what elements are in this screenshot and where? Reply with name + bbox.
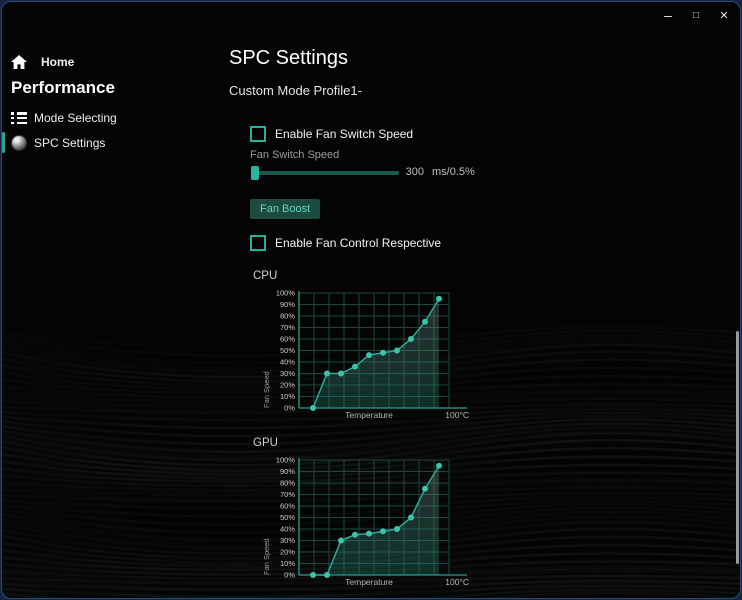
svg-text:60%: 60% (280, 335, 295, 344)
svg-text:0%: 0% (284, 571, 295, 580)
chart-point[interactable] (352, 531, 358, 538)
gpu-chart-title: GPU (253, 437, 278, 449)
svg-text:30%: 30% (280, 536, 295, 545)
home-icon (11, 55, 27, 69)
chart-point[interactable] (408, 514, 414, 521)
cpu-chart-title: CPU (253, 270, 278, 282)
svg-text:40%: 40% (280, 358, 295, 367)
gpu-fan-curve-chart[interactable]: 0% 10% 20% 30% 40% 50% 60% 70% 80% 90% 100% Fan Spe… (257, 452, 472, 587)
x-axis-end-label: 100°C (445, 410, 469, 420)
svg-text:30%: 30% (280, 369, 295, 378)
cpu-fan-curve-chart[interactable]: 0% 10% 20% 30% 40% 50% 60% 70% 80% 90% 100% Fan Spe… (257, 285, 472, 420)
chart-point[interactable] (352, 363, 358, 370)
sidebar-item-mode-selecting[interactable]: Mode Selecting (11, 108, 117, 128)
y-axis-label: Fan Speed (262, 538, 271, 575)
chart-point[interactable] (394, 526, 400, 532)
list-icon (11, 112, 27, 124)
maximize-button[interactable]: □ (682, 10, 710, 21)
svg-text:60%: 60% (280, 502, 295, 511)
enable-fan-control-row: Enable Fan Control Respective (250, 235, 441, 251)
fan-switch-speed-value: 300 (405, 166, 424, 178)
chart-point[interactable] (422, 485, 428, 492)
enable-fan-switch-checkbox[interactable] (250, 126, 266, 142)
chart-point[interactable] (310, 572, 316, 578)
chart-point[interactable] (380, 528, 386, 535)
gpu-chart-block: GPU 0% 10% 20% 30% 40% 50% 60% 70% 80% 90% 100% Fan… (253, 437, 472, 587)
checkbox-label: Enable Fan Control Respective (275, 236, 442, 250)
svg-text:100%: 100% (276, 289, 296, 298)
sidebar-item-label: Home (41, 55, 75, 69)
svg-text:80%: 80% (280, 479, 295, 488)
chart-point[interactable] (366, 352, 372, 359)
chart-point[interactable] (436, 462, 442, 469)
svg-text:70%: 70% (280, 490, 295, 499)
minimize-button[interactable]: – (654, 7, 682, 23)
chart-point[interactable] (366, 530, 372, 537)
chart-point[interactable] (394, 347, 400, 354)
sidebar: Home Performance Mode Selecting SPC Sett… (2, 2, 228, 598)
app-window: – □ ✕ Home Performance Mode Selecting SP… (1, 1, 741, 599)
x-axis-label: Temperature (345, 410, 393, 420)
svg-text:40%: 40% (280, 525, 295, 534)
scrollbar-thumb[interactable] (736, 331, 739, 564)
svg-text:10%: 10% (280, 392, 295, 401)
chart-point[interactable] (324, 572, 330, 578)
enable-fan-control-checkbox[interactable] (250, 235, 266, 251)
sidebar-item-label: SPC Settings (34, 136, 106, 150)
sidebar-item-spc-settings[interactable]: SPC Settings (11, 133, 105, 153)
sidebar-item-label: Mode Selecting (34, 111, 117, 125)
titlebar: – □ ✕ (654, 2, 738, 28)
fan-curve-area (313, 465, 439, 575)
svg-text:20%: 20% (280, 548, 295, 557)
profile-subtitle: Custom Mode Profile1- (229, 83, 362, 98)
chart-point[interactable] (338, 537, 344, 544)
fan-boost-button[interactable]: Fan Boost (250, 199, 321, 219)
chart-point[interactable] (436, 295, 442, 302)
y-axis-label: Fan Speed (262, 371, 271, 408)
cpu-chart-block: CPU 0% 10% 20% 30% 40% 50% 60% 70% 80% 90% 100% Fan… (253, 270, 472, 420)
svg-text:0%: 0% (284, 404, 295, 413)
svg-text:80%: 80% (280, 312, 295, 321)
svg-text:70%: 70% (280, 323, 295, 332)
fan-switch-speed-slider-thumb[interactable] (251, 166, 260, 180)
chart-point[interactable] (380, 349, 386, 356)
svg-text:100%: 100% (276, 456, 296, 465)
chart-point[interactable] (324, 370, 330, 377)
chart-point[interactable] (408, 336, 414, 342)
chart-point[interactable] (310, 405, 316, 411)
svg-text:90%: 90% (280, 467, 295, 476)
svg-text:50%: 50% (280, 346, 295, 355)
chart-point[interactable] (338, 370, 344, 377)
page-title: SPC Settings (229, 47, 348, 69)
x-axis-label: Temperature (345, 577, 393, 587)
fan-switch-speed-label: Fan Switch Speed (250, 149, 340, 161)
enable-fan-switch-row: Enable Fan Switch Speed (250, 126, 413, 142)
svg-text:90%: 90% (280, 300, 295, 309)
sidebar-section-performance: Performance (11, 78, 115, 97)
fan-knob-icon (11, 135, 27, 151)
selected-item-indicator (2, 132, 5, 153)
chart-point[interactable] (422, 318, 428, 325)
checkbox-label: Enable Fan Switch Speed (275, 127, 414, 141)
y-axis-ticks: 0% 10% 20% 30% 40% 50% 60% 70% 80% 90% 100% (276, 456, 296, 580)
close-button[interactable]: ✕ (710, 9, 738, 22)
sidebar-item-home[interactable]: Home (11, 52, 74, 72)
svg-text:50%: 50% (280, 513, 295, 522)
y-axis-ticks: 0% 10% 20% 30% 40% 50% 60% 70% 80% 90% 100% (276, 289, 296, 413)
svg-text:20%: 20% (280, 381, 295, 390)
x-axis-end-label: 100°C (445, 577, 469, 587)
svg-text:10%: 10% (280, 559, 295, 568)
fan-switch-speed-slider-track[interactable] (252, 171, 399, 175)
fan-switch-speed-unit: ms/0.5% (432, 166, 475, 178)
